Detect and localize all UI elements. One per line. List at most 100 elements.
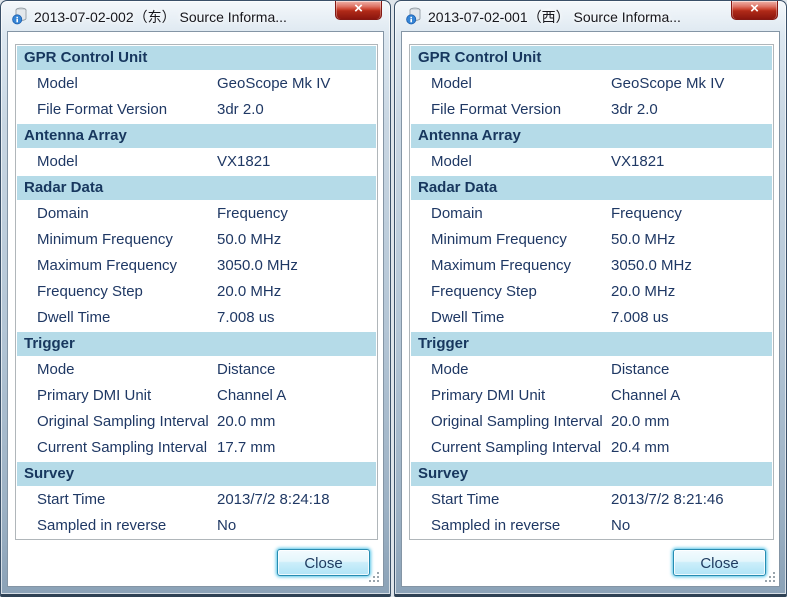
info-row: DomainFrequency (16, 201, 377, 227)
title-bar[interactable]: 2013-07-02-002（东） Source Informa... × (1, 1, 390, 31)
info-row: File Format Version3dr 2.0 (410, 97, 773, 123)
info-row: Maximum Frequency3050.0 MHz (410, 253, 773, 279)
info-row: File Format Version3dr 2.0 (16, 97, 377, 123)
info-row: Sampled in reverseNo (16, 513, 377, 539)
app-icon (406, 7, 423, 25)
section-header: Survey (17, 462, 376, 486)
row-value: 7.008 us (217, 305, 377, 331)
row-label: Start Time (16, 487, 217, 513)
row-label: Frequency Step (410, 279, 611, 305)
row-value: 20.0 mm (611, 409, 773, 435)
info-row: ModelGeoScope Mk IV (410, 71, 773, 97)
info-row: DomainFrequency (410, 201, 773, 227)
row-value: 2013/7/2 8:21:46 (611, 487, 773, 513)
info-row: Current Sampling Interval20.4 mm (410, 435, 773, 461)
row-label: Primary DMI Unit (410, 383, 611, 409)
row-value: 3dr 2.0 (611, 97, 773, 123)
row-value: GeoScope Mk IV (217, 71, 377, 97)
row-value: 20.0 mm (217, 409, 377, 435)
row-label: Maximum Frequency (16, 253, 217, 279)
resize-grip[interactable] (763, 570, 776, 583)
row-label: Dwell Time (410, 305, 611, 331)
info-row: Dwell Time7.008 us (16, 305, 377, 331)
row-label: Original Sampling Interval (16, 409, 217, 435)
row-value: 20.0 MHz (611, 279, 773, 305)
row-label: Minimum Frequency (16, 227, 217, 253)
info-row: ModeDistance (16, 357, 377, 383)
row-value: 50.0 MHz (611, 227, 773, 253)
row-value: 2013/7/2 8:24:18 (217, 487, 377, 513)
row-label: Domain (410, 201, 611, 227)
row-value: GeoScope Mk IV (611, 71, 773, 97)
row-value: Frequency (611, 201, 773, 227)
section-header: Trigger (17, 332, 376, 356)
row-value: VX1821 (217, 149, 377, 175)
section-header: Survey (411, 462, 772, 486)
row-label: Model (16, 149, 217, 175)
row-value: 3dr 2.0 (217, 97, 377, 123)
row-label: Start Time (410, 487, 611, 513)
close-button[interactable]: Close (277, 549, 370, 576)
dialog-window-east: 2013-07-02-002（东） Source Informa... × GP… (0, 0, 391, 597)
row-label: File Format Version (16, 97, 217, 123)
section-header: Antenna Array (17, 124, 376, 148)
row-value: 17.7 mm (217, 435, 377, 461)
info-row: Dwell Time7.008 us (410, 305, 773, 331)
row-label: Maximum Frequency (410, 253, 611, 279)
dialog-client-area: GPR Control UnitModelGeoScope Mk IVFile … (7, 31, 384, 587)
close-button[interactable]: Close (673, 549, 766, 576)
section-header: Trigger (411, 332, 772, 356)
row-label: Frequency Step (16, 279, 217, 305)
row-label: Model (16, 71, 217, 97)
info-row: ModeDistance (410, 357, 773, 383)
row-label: Primary DMI Unit (16, 383, 217, 409)
info-row: ModelGeoScope Mk IV (16, 71, 377, 97)
info-row: ModelVX1821 (16, 149, 377, 175)
row-value: 20.4 mm (611, 435, 773, 461)
window-close-icon[interactable]: × (731, 1, 778, 20)
row-value: 50.0 MHz (217, 227, 377, 253)
resize-grip[interactable] (367, 570, 380, 583)
info-row: Minimum Frequency50.0 MHz (410, 227, 773, 253)
row-label: Sampled in reverse (16, 513, 217, 539)
dialog-client-area: GPR Control UnitModelGeoScope Mk IVFile … (401, 31, 780, 587)
section-header: GPR Control Unit (411, 46, 772, 70)
info-row: Maximum Frequency3050.0 MHz (16, 253, 377, 279)
row-value: Channel A (611, 383, 773, 409)
section-header: Antenna Array (411, 124, 772, 148)
info-row: ModelVX1821 (410, 149, 773, 175)
info-row: Original Sampling Interval20.0 mm (16, 409, 377, 435)
section-header: Radar Data (411, 176, 772, 200)
row-value: No (611, 513, 773, 539)
info-row: Frequency Step20.0 MHz (16, 279, 377, 305)
row-value: Distance (611, 357, 773, 383)
title-bar[interactable]: 2013-07-02-001（西） Source Informa... × (395, 1, 786, 31)
row-label: Model (410, 71, 611, 97)
info-row: Start Time2013/7/2 8:21:46 (410, 487, 773, 513)
info-row: Sampled in reverseNo (410, 513, 773, 539)
row-label: Sampled in reverse (410, 513, 611, 539)
info-row: Minimum Frequency50.0 MHz (16, 227, 377, 253)
row-label: Mode (410, 357, 611, 383)
row-value: Distance (217, 357, 377, 383)
row-label: Domain (16, 201, 217, 227)
row-label: Current Sampling Interval (410, 435, 611, 461)
info-row: Original Sampling Interval20.0 mm (410, 409, 773, 435)
row-value: Channel A (217, 383, 377, 409)
row-label: Model (410, 149, 611, 175)
info-panel: GPR Control UnitModelGeoScope Mk IVFile … (15, 44, 378, 540)
dialog-window-west: 2013-07-02-001（西） Source Informa... × GP… (394, 0, 787, 597)
row-value: Frequency (217, 201, 377, 227)
info-row: Frequency Step20.0 MHz (410, 279, 773, 305)
row-label: Current Sampling Interval (16, 435, 217, 461)
section-header: GPR Control Unit (17, 46, 376, 70)
app-icon (12, 7, 29, 25)
section-header: Radar Data (17, 176, 376, 200)
row-label: File Format Version (410, 97, 611, 123)
window-close-icon[interactable]: × (335, 1, 382, 20)
row-label: Minimum Frequency (410, 227, 611, 253)
row-label: Dwell Time (16, 305, 217, 331)
row-value: VX1821 (611, 149, 773, 175)
row-value: 7.008 us (611, 305, 773, 331)
row-value: No (217, 513, 377, 539)
